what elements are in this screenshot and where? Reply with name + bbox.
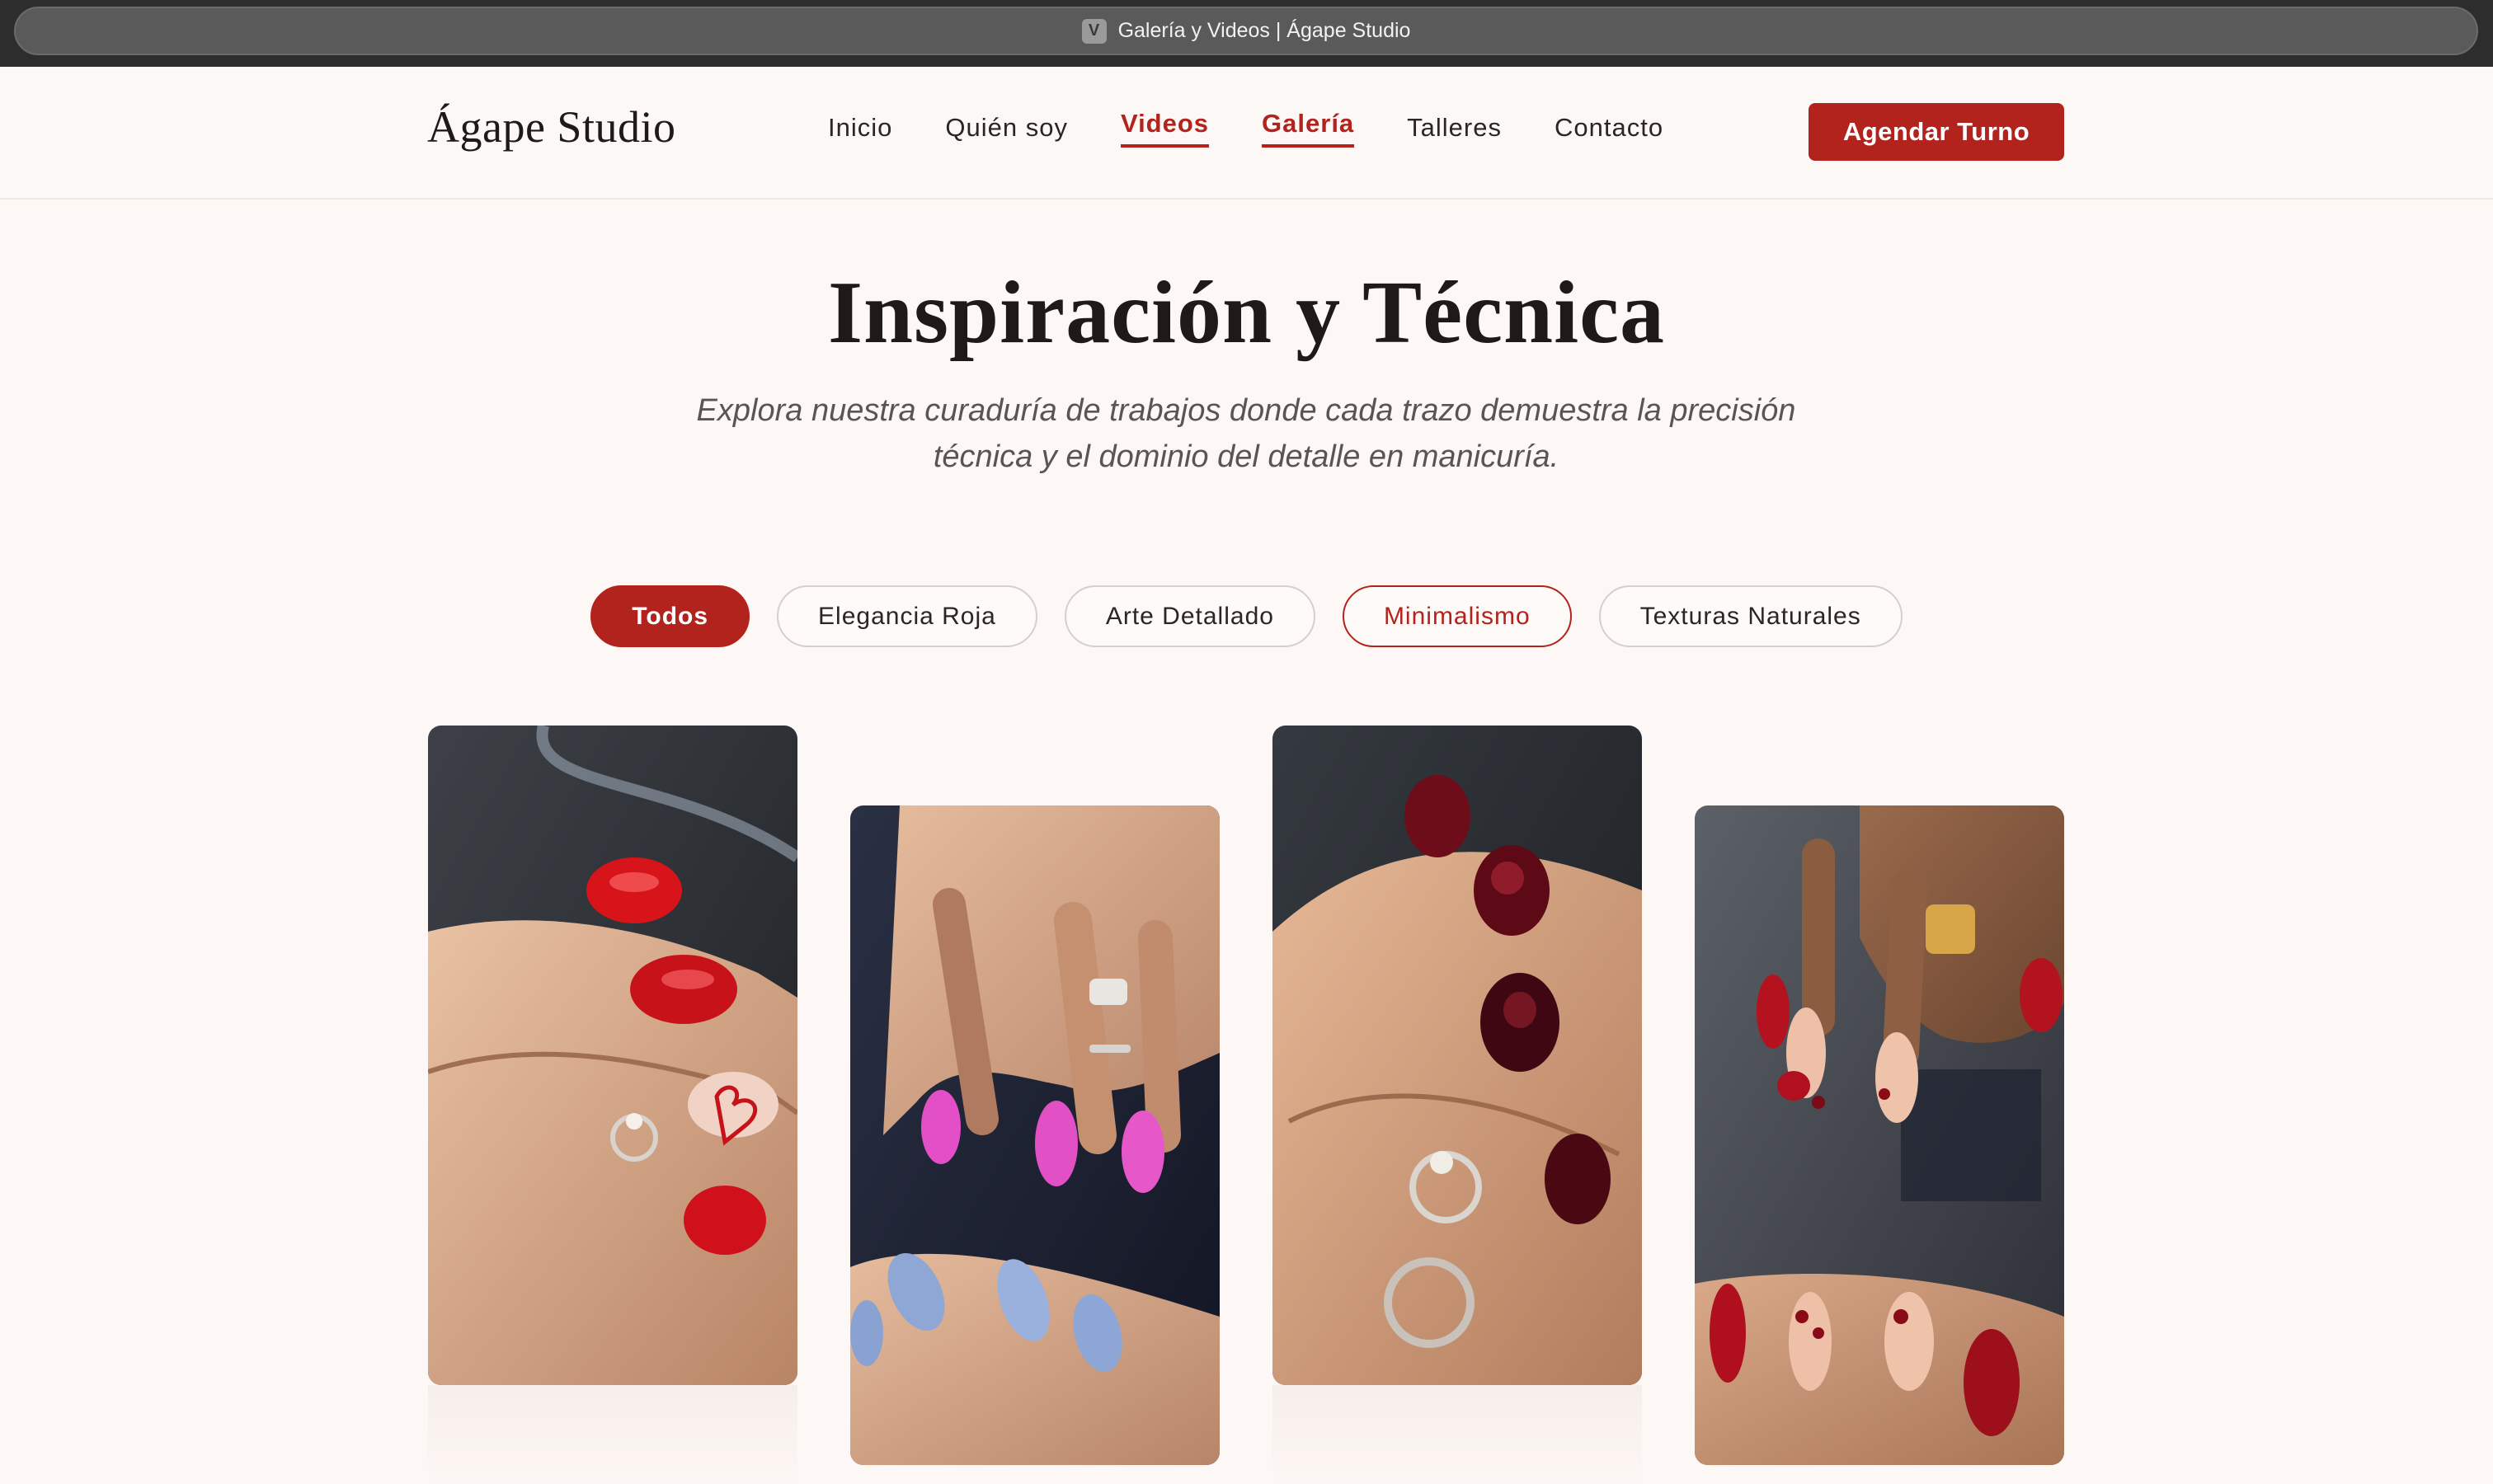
main-nav: Inicio Quién soy Videos Galería Talleres… bbox=[828, 109, 1663, 148]
card-shadow bbox=[428, 1385, 797, 1484]
gallery-item[interactable] bbox=[850, 805, 1220, 1465]
filter-elegancia-roja[interactable]: Elegancia Roja bbox=[777, 585, 1037, 647]
nav-item-talleres[interactable]: Talleres bbox=[1407, 113, 1502, 148]
card-shadow bbox=[1272, 1385, 1642, 1484]
filter-todos[interactable]: Todos bbox=[590, 585, 750, 647]
nav-item-galeria[interactable]: Galería bbox=[1262, 109, 1355, 148]
book-appointment-button[interactable]: Agendar Turno bbox=[1809, 103, 2064, 161]
address-bar[interactable]: V Galería y Videos | Ágape Studio bbox=[14, 7, 2478, 55]
site-logo[interactable]: Ágape Studio bbox=[427, 101, 675, 153]
page-title-in-address-bar: Galería y Videos | Ágape Studio bbox=[1117, 19, 1411, 42]
page-title: Inspiración y Técnica bbox=[827, 264, 1666, 362]
cherry-nails-photo bbox=[1272, 726, 1642, 1385]
nav-item-contacto[interactable]: Contacto bbox=[1555, 113, 1663, 148]
nav-item-inicio[interactable]: Inicio bbox=[828, 113, 892, 148]
category-filters: Todos Elegancia Roja Arte Detallado Mini… bbox=[0, 585, 2493, 647]
filter-texturas-naturales[interactable]: Texturas Naturales bbox=[1598, 585, 1903, 647]
page-subtitle-line-2: técnica y el dominio del detalle en mani… bbox=[933, 439, 1559, 474]
nav-item-videos[interactable]: Videos bbox=[1120, 109, 1210, 148]
gallery-item[interactable] bbox=[428, 726, 797, 1385]
red-nails-photo bbox=[428, 726, 797, 1385]
page-subtitle: Explora nuestra curaduría de trabajos do… bbox=[669, 387, 1823, 480]
gallery-item[interactable] bbox=[1272, 726, 1642, 1385]
dotted-french-nails-photo bbox=[1695, 805, 2064, 1465]
pink-blue-nails-photo bbox=[850, 805, 1220, 1465]
filter-arte-detallado[interactable]: Arte Detallado bbox=[1064, 585, 1315, 647]
filter-minimalismo[interactable]: Minimalismo bbox=[1342, 585, 1572, 647]
page-subtitle-line-1: Explora nuestra curaduría de trabajos do… bbox=[696, 393, 1796, 428]
site-favicon-icon: V bbox=[1081, 18, 1107, 44]
nav-item-quien-soy[interactable]: Quién soy bbox=[945, 113, 1068, 148]
site-header: Ágape Studio Inicio Quién soy Videos Gal… bbox=[0, 67, 2493, 200]
browser-chrome: V Galería y Videos | Ágape Studio bbox=[0, 0, 2493, 67]
gallery-item[interactable] bbox=[1695, 805, 2064, 1465]
